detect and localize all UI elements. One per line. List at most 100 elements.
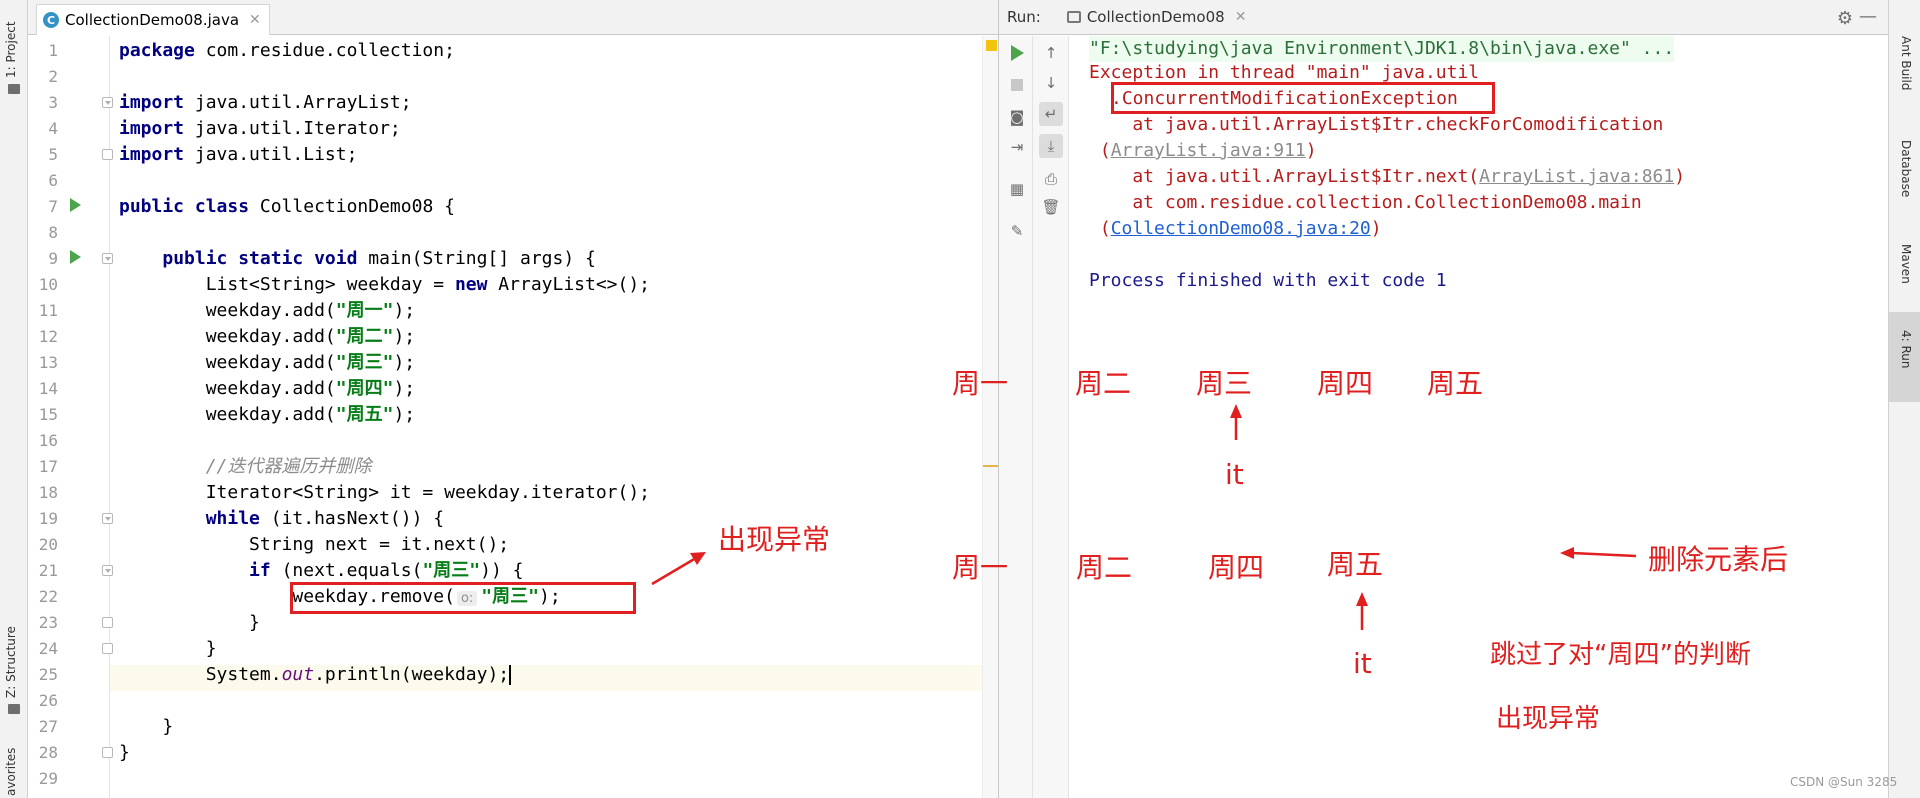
fold-marker-icon[interactable] [102, 253, 113, 264]
editor-tab-bar: C CollectionDemo08.java ✕ [28, 0, 998, 35]
soft-wrap-toggle[interactable]: ↵ [1039, 102, 1063, 126]
code-text: CollectionDemo08 { [249, 196, 455, 217]
annotation-list-item: 周一 [952, 551, 1009, 584]
code-line: while (it.hasNext()) { [119, 506, 444, 532]
line-number: 17 [38, 457, 58, 476]
string-literal: "周五" [335, 404, 394, 425]
database-label: Database [1899, 140, 1913, 198]
code-line: import java.util.List; [119, 142, 357, 168]
pin-tab-button[interactable]: ✎ [1008, 222, 1026, 240]
annotation-list-item: 周三 [1196, 367, 1253, 400]
project-tool-tab[interactable]: 1: Project [4, 21, 18, 78]
camera-icon: ◙ [1009, 108, 1025, 126]
ant-build-tool-tab[interactable]: Ant Build [1899, 36, 1913, 90]
restore-layout-button[interactable]: ⇥ [1008, 138, 1026, 156]
line-number: 25 [38, 665, 58, 684]
favorites-tool-tab[interactable]: avorites [4, 748, 18, 796]
code-text: List<String> weekday = [119, 274, 455, 295]
string-literal: "周二" [335, 326, 394, 347]
stack-source-link[interactable]: ArrayList.java:861 [1479, 166, 1674, 187]
code-text: java.util.Iterator; [184, 118, 401, 139]
stack-source-link[interactable]: CollectionDemo08.java:20 [1111, 218, 1371, 239]
clear-console-button[interactable]: 🗑 [1041, 198, 1060, 216]
fold-marker-icon[interactable] [102, 565, 113, 576]
code-text: .println(weekday); [314, 664, 510, 685]
dump-threads-button[interactable]: ◙ [1008, 108, 1026, 126]
layout-button[interactable]: ▦ [1008, 180, 1026, 198]
run-toolbar-secondary: ↑ ↓ ↵ ⤓ ⎙ 🗑 [1033, 36, 1069, 798]
code-line: if (next.equals("周三")) { [119, 558, 523, 584]
run-main-gutter-icon[interactable] [70, 250, 81, 264]
database-tool-tab[interactable]: Database [1899, 140, 1913, 197]
code-line: import java.util.ArrayList; [119, 90, 412, 116]
code-text-area[interactable]: package com.residue.collection; import j… [119, 36, 998, 798]
console-stack-line: at java.util.ArrayList$Itr.next(ArrayLis… [1089, 164, 1685, 190]
rerun-button[interactable] [1008, 44, 1026, 62]
keyword: public static void [162, 248, 358, 269]
close-icon[interactable]: ✕ [1235, 9, 1247, 25]
close-icon[interactable]: ✕ [249, 12, 261, 28]
fold-marker-icon[interactable] [102, 643, 113, 654]
annotation-list-item: 周四 [1208, 551, 1265, 584]
up-stack-button[interactable]: ↑ [1042, 44, 1060, 62]
line-number: 19 [38, 509, 58, 528]
run-label: Run: [1007, 8, 1041, 26]
editor-tab-collectiondemo08[interactable]: C CollectionDemo08.java ✕ [36, 4, 270, 35]
run-tab-collectiondemo08[interactable]: CollectionDemo08 ✕ [1061, 0, 1253, 35]
keyword: if [249, 560, 271, 581]
editor-gutter[interactable]: 1 2 3 4 5 6 7 8 9 10 11 12 13 14 15 16 1… [28, 36, 113, 798]
scroll-to-end-toggle[interactable]: ⤓ [1039, 134, 1063, 158]
code-text: } [119, 716, 174, 737]
code-line: public static void main(String[] args) { [119, 246, 596, 272]
structure-icon[interactable] [8, 704, 20, 714]
code-text: ); [393, 404, 416, 425]
project-folder-icon[interactable] [8, 84, 20, 94]
line-number: 3 [48, 93, 58, 112]
minimize-icon[interactable]: — [1859, 6, 1877, 27]
structure-tool-tab[interactable]: Z: Structure [4, 626, 18, 698]
code-editor[interactable]: 1 2 3 4 5 6 7 8 9 10 11 12 13 14 15 16 1… [28, 36, 998, 798]
print-button[interactable]: ⎙ [1042, 170, 1060, 188]
project-tab-label: 1: Project [4, 21, 18, 78]
fold-marker-icon[interactable] [102, 149, 113, 160]
line-number: 5 [48, 145, 58, 164]
string-literal: "周一" [335, 300, 394, 321]
editor-scrollbar[interactable] [982, 36, 999, 798]
fold-marker-icon[interactable] [102, 97, 113, 108]
code-line: package com.residue.collection; [119, 38, 455, 64]
code-line: public class CollectionDemo08 { [119, 194, 455, 220]
line-number: 22 [38, 587, 58, 606]
console-text: ( [1089, 218, 1111, 239]
code-text: main(String[] args) { [357, 248, 596, 269]
stack-source-link[interactable]: ArrayList.java:911 [1111, 140, 1306, 161]
play-icon [1010, 45, 1024, 61]
run-tool-tab[interactable]: 4: Run [1899, 330, 1913, 369]
line-number: 1 [48, 41, 58, 60]
scroll-marker[interactable] [983, 465, 999, 467]
console-output[interactable]: "F:\studying\java Environment\JDK1.8\bin… [1089, 36, 1889, 798]
console-stack-line: (CollectionDemo08.java:20) [1089, 216, 1382, 242]
line-number: 2 [48, 67, 58, 86]
line-number: 14 [38, 379, 58, 398]
stop-button[interactable] [1008, 76, 1026, 94]
line-number: 29 [38, 769, 58, 788]
run-tab-label: CollectionDemo08 [1086, 8, 1225, 26]
keyword: while [205, 508, 260, 529]
maven-tool-tab[interactable]: Maven [1899, 244, 1913, 284]
line-number: 11 [38, 301, 58, 320]
run-class-gutter-icon[interactable] [70, 198, 81, 212]
inspection-status-icon[interactable] [986, 40, 997, 51]
fold-marker-icon[interactable] [102, 513, 113, 524]
console-text: ) [1370, 218, 1382, 239]
keyword: import [119, 92, 185, 113]
fold-marker-icon[interactable] [102, 747, 113, 758]
java-class-icon: C [43, 12, 59, 28]
code-line: //迭代器遍历并删除 [119, 454, 372, 480]
down-stack-button[interactable]: ↓ [1042, 74, 1060, 92]
gear-icon[interactable]: ⚙ [1837, 8, 1853, 29]
code-line: import java.util.Iterator; [119, 116, 401, 142]
string-literal: "周四" [335, 378, 394, 399]
fold-marker-icon[interactable] [102, 617, 113, 628]
